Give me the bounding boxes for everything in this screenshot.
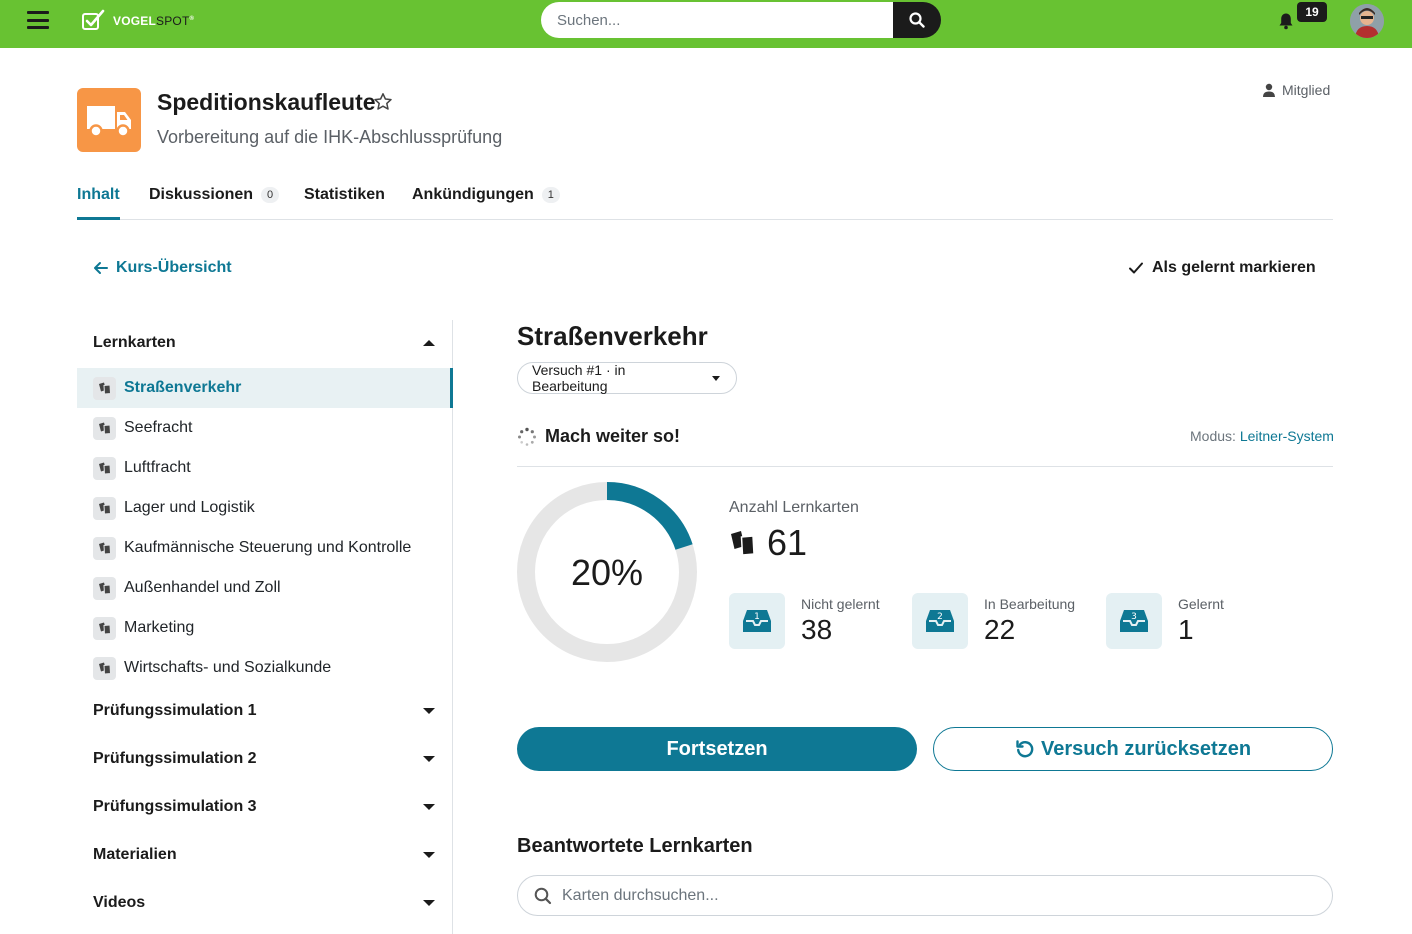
chevron-down-icon xyxy=(712,375,720,381)
box-label: Nicht gelernt xyxy=(801,596,880,612)
menu-icon[interactable] xyxy=(27,11,49,29)
svg-text:3: 3 xyxy=(1131,612,1137,622)
progress-status: Mach weiter so! xyxy=(517,426,680,447)
box-label: In Bearbeitung xyxy=(984,596,1076,612)
tab-diskussionen[interactable]: Diskussionen 0 xyxy=(149,186,280,204)
answered-cards-title: Beantwortete Lernkarten xyxy=(517,835,753,857)
card-count: 61 xyxy=(729,522,807,564)
sidebar-item-kaufmaennische-steuerung[interactable]: Kaufmännische Steuerung und Kontrolle xyxy=(77,528,453,568)
check-icon xyxy=(1129,262,1143,274)
flashcard-icon xyxy=(93,576,116,600)
mark-as-learned-button[interactable]: Als gelernt markieren xyxy=(1128,259,1316,277)
box-value: 22 xyxy=(984,614,1016,645)
user-avatar-image xyxy=(1350,4,1384,38)
sidebar-item-marketing[interactable]: Marketing xyxy=(77,608,453,648)
learning-mode: Modus: Leitner-System xyxy=(1190,428,1334,444)
page-title: Straßenverkehr xyxy=(517,321,708,351)
notification-badge: 19 xyxy=(1297,2,1327,22)
bell-icon[interactable] xyxy=(1277,12,1295,30)
flashcard-icon xyxy=(93,376,116,400)
flashcard-icon xyxy=(93,456,116,480)
progress-percent: 20% xyxy=(570,552,644,593)
inbox-1-icon: 1 xyxy=(729,593,785,649)
card-count-value: 61 xyxy=(767,522,808,563)
flashcard-icon xyxy=(93,616,116,640)
sidebar-section-materialien[interactable]: Materialien xyxy=(93,846,437,864)
learning-mode-link[interactable]: Leitner-System xyxy=(1240,428,1334,444)
flashcard-icon xyxy=(93,416,116,440)
svg-text:1: 1 xyxy=(754,612,760,622)
search-icon xyxy=(909,12,925,28)
continue-button[interactable]: Fortsetzen xyxy=(517,727,917,771)
box-value: 38 xyxy=(801,614,833,645)
box-value: 1 xyxy=(1178,614,1194,645)
chevron-down-icon xyxy=(423,756,435,762)
course-title: Speditionskaufleute xyxy=(157,89,376,115)
chevron-down-icon xyxy=(423,708,435,714)
tab-inhalt[interactable]: Inhalt xyxy=(77,186,120,220)
search-input[interactable] xyxy=(541,2,893,38)
flashcard-icon xyxy=(93,656,116,680)
membership-status: Mitglied xyxy=(1262,82,1330,98)
search-icon xyxy=(534,887,552,904)
sidebar-item-wirtschafts-und-sozialkunde[interactable]: Wirtschafts- und Sozialkunde xyxy=(77,648,453,688)
sidebar-item-luftfracht[interactable]: Luftfracht xyxy=(77,448,453,488)
reset-attempt-button[interactable]: Versuch zurücksetzen xyxy=(933,727,1333,771)
top-navbar: VOGELSPOT® 19 xyxy=(0,0,1412,48)
spinner-icon xyxy=(518,427,536,446)
leitner-box-2: 2 In Bearbeitung 22 xyxy=(912,593,1075,649)
search-button[interactable] xyxy=(893,2,941,38)
sidebar-section-videos[interactable]: Videos xyxy=(93,894,437,912)
flashcard-icon xyxy=(93,536,116,560)
box-label: Gelernt xyxy=(1178,596,1224,612)
cards-icon xyxy=(731,531,755,556)
card-search-input[interactable] xyxy=(562,886,1332,905)
divider xyxy=(517,466,1333,467)
sidebar-item-lager-und-logistik[interactable]: Lager und Logistik xyxy=(77,488,453,528)
logo[interactable]: VOGELSPOT® xyxy=(81,8,194,34)
card-count-label: Anzahl Lernkarten xyxy=(729,499,859,516)
sidebar-section-pruefungssimulation-3[interactable]: Prüfungssimulation 3 xyxy=(93,798,437,816)
svg-text:2: 2 xyxy=(937,612,943,622)
course-subtitle: Vorbereitung auf die IHK-Abschlussprüfun… xyxy=(157,127,503,147)
truck-icon xyxy=(87,106,131,138)
sidebar-section-pruefungssimulation-2[interactable]: Prüfungssimulation 2 xyxy=(93,750,437,768)
leitner-box-3: 3 Gelernt 1 xyxy=(1106,593,1224,649)
flashcard-icon xyxy=(93,496,116,520)
membership-label: Mitglied xyxy=(1282,82,1331,98)
attempt-dropdown[interactable]: Versuch #1 · in Bearbeitung xyxy=(517,362,737,394)
sidebar-item-seefracht[interactable]: Seefracht xyxy=(77,408,453,448)
undo-icon xyxy=(1016,740,1034,758)
chevron-down-icon xyxy=(423,852,435,858)
sidebar-section-pruefungssimulation-1[interactable]: Prüfungssimulation 1 xyxy=(93,702,437,720)
chevron-down-icon xyxy=(423,804,435,810)
chevron-down-icon xyxy=(423,900,435,906)
sidebar-section-lernkarten[interactable]: Lernkarten xyxy=(93,334,437,352)
tab-count-badge: 0 xyxy=(261,187,280,203)
logo-check-icon xyxy=(82,9,105,30)
course-sidebar: Lernkarten Straßenverkehr Seefracht Luft… xyxy=(77,320,453,934)
tab-statistiken[interactable]: Statistiken xyxy=(304,186,385,204)
global-search xyxy=(541,2,941,38)
sidebar-item-aussenhandel-und-zoll[interactable]: Außenhandel und Zoll xyxy=(77,568,453,608)
tab-count-badge: 1 xyxy=(541,187,560,203)
inbox-3-icon: 3 xyxy=(1106,593,1162,649)
course-icon xyxy=(77,88,141,152)
tab-ankuendigungen[interactable]: Ankündigungen 1 xyxy=(412,186,560,204)
logo-text: VOGELSPOT® xyxy=(113,14,195,28)
back-to-course-overview-link[interactable]: Kurs-Übersicht xyxy=(93,259,232,277)
course-tabs: Inhalt Diskussionen 0 Statistiken Ankündi… xyxy=(77,180,1333,220)
sidebar-item-strassenverkehr[interactable]: Straßenverkehr xyxy=(77,368,453,408)
inbox-2-icon: 2 xyxy=(912,593,968,649)
favorite-star-icon[interactable] xyxy=(373,92,393,112)
chevron-up-icon xyxy=(423,340,435,346)
arrow-left-icon xyxy=(94,262,108,274)
avatar[interactable] xyxy=(1350,4,1384,38)
leitner-box-1: 1 Nicht gelernt 38 xyxy=(729,593,880,649)
card-search xyxy=(517,875,1333,916)
user-icon xyxy=(1263,83,1275,97)
